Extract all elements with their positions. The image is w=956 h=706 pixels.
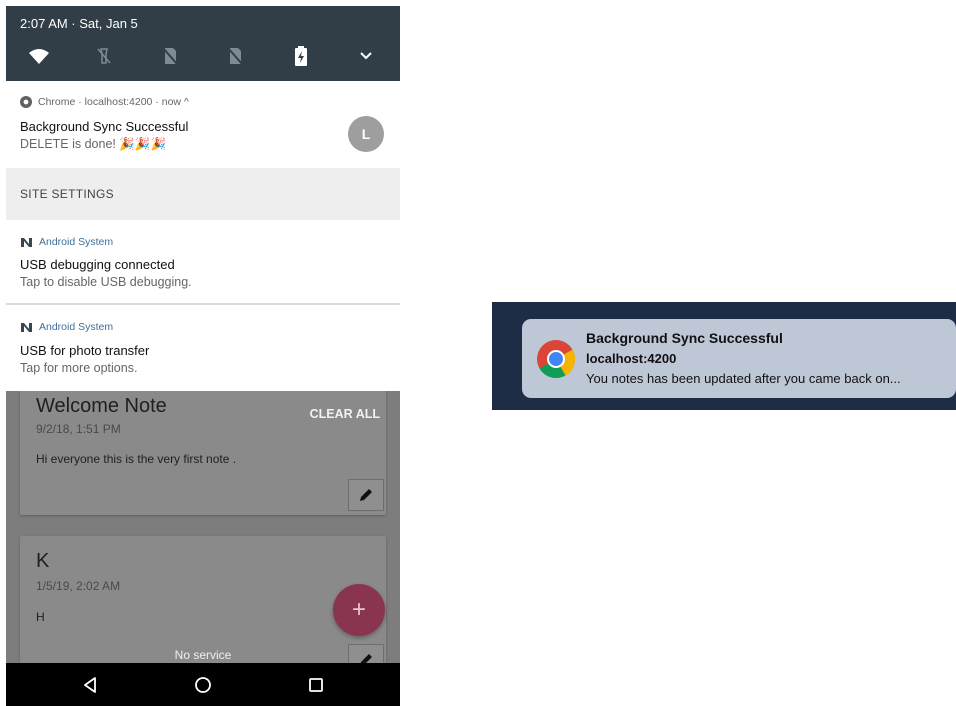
usb-transfer-notification[interactable]: Android System USB for photo transfer Ta… bbox=[6, 305, 400, 391]
back-icon[interactable] bbox=[78, 673, 102, 697]
desktop-notification[interactable]: Background Sync Successful localhost:420… bbox=[522, 319, 956, 398]
pencil-icon bbox=[360, 489, 372, 501]
notification-shade-header: 2:07 AM · Sat, Jan 5 bbox=[6, 6, 400, 81]
note-title: K bbox=[36, 550, 50, 572]
chrome-icon bbox=[537, 340, 576, 379]
note-body: Hi everyone this is the very first note … bbox=[36, 452, 237, 466]
battery-charging-icon[interactable] bbox=[289, 44, 313, 68]
note-date: 9/2/18, 1:51 PM bbox=[36, 422, 121, 436]
notification-title: USB for photo transfer bbox=[20, 343, 150, 358]
wifi-icon[interactable] bbox=[27, 44, 51, 68]
clear-all-button[interactable]: CLEAR ALL bbox=[310, 407, 380, 421]
no-sim-icon[interactable] bbox=[158, 44, 182, 68]
notification-app-label: Android System bbox=[39, 321, 114, 333]
note-title: Welcome Note bbox=[36, 395, 167, 417]
site-settings-label: SITE SETTINGS bbox=[20, 187, 114, 201]
notes-app-background: Welcome Note 9/2/18, 1:51 PM Hi everyone… bbox=[6, 391, 400, 663]
android-system-icon bbox=[21, 322, 32, 332]
note-card[interactable]: K 1/5/19, 2:02 AM H bbox=[20, 536, 386, 663]
desktop-notification-source: localhost:4200 bbox=[586, 351, 677, 366]
note-date: 1/5/19, 2:02 AM bbox=[36, 579, 121, 593]
status-time: 2:07 AM · Sat, Jan 5 bbox=[20, 16, 138, 31]
notification-text: DELETE is done! 🎉🎉🎉 bbox=[20, 137, 167, 151]
notification-title: Background Sync Successful bbox=[20, 119, 189, 134]
flashlight-off-icon[interactable] bbox=[92, 44, 116, 68]
notification-app-header: Android System bbox=[20, 321, 113, 333]
desktop-background: Background Sync Successful localhost:420… bbox=[492, 302, 956, 410]
desktop-notification-body: You notes has been updated after you cam… bbox=[586, 371, 901, 386]
navigation-bar bbox=[6, 663, 400, 706]
notification-title: USB debugging connected bbox=[20, 257, 175, 272]
notification-app-header: Chrome · localhost:4200 · now ^ bbox=[20, 96, 189, 108]
chevron-down-icon[interactable] bbox=[354, 44, 378, 68]
no-sim-icon[interactable] bbox=[223, 44, 247, 68]
desktop-notification-title: Background Sync Successful bbox=[586, 330, 783, 346]
notification-app-label: Android System bbox=[39, 236, 114, 248]
notification-text: Tap for more options. bbox=[20, 361, 138, 375]
chrome-notification[interactable]: Chrome · localhost:4200 · now ^ Backgrou… bbox=[6, 81, 400, 168]
add-note-button[interactable]: + bbox=[333, 584, 385, 636]
home-icon[interactable] bbox=[191, 673, 215, 697]
edit-note-button[interactable] bbox=[348, 479, 384, 511]
note-body: H bbox=[36, 610, 45, 624]
no-service-label: No service bbox=[174, 648, 232, 662]
notification-app-header: Android System bbox=[20, 236, 113, 248]
notification-text: Tap to disable USB debugging. bbox=[20, 275, 192, 289]
android-phone-screen: 2:07 AM · Sat, Jan 5 Chrome · localhost:… bbox=[6, 6, 400, 706]
chrome-icon bbox=[20, 96, 32, 108]
android-system-icon bbox=[21, 237, 32, 247]
avatar: L bbox=[348, 116, 384, 152]
site-settings-button[interactable]: SITE SETTINGS bbox=[6, 168, 400, 220]
quick-settings-row bbox=[6, 44, 400, 68]
usb-debugging-notification[interactable]: Android System USB debugging connected T… bbox=[6, 220, 400, 303]
notification-app-label: Chrome · localhost:4200 · now ^ bbox=[38, 96, 189, 108]
recents-icon[interactable] bbox=[304, 673, 328, 697]
